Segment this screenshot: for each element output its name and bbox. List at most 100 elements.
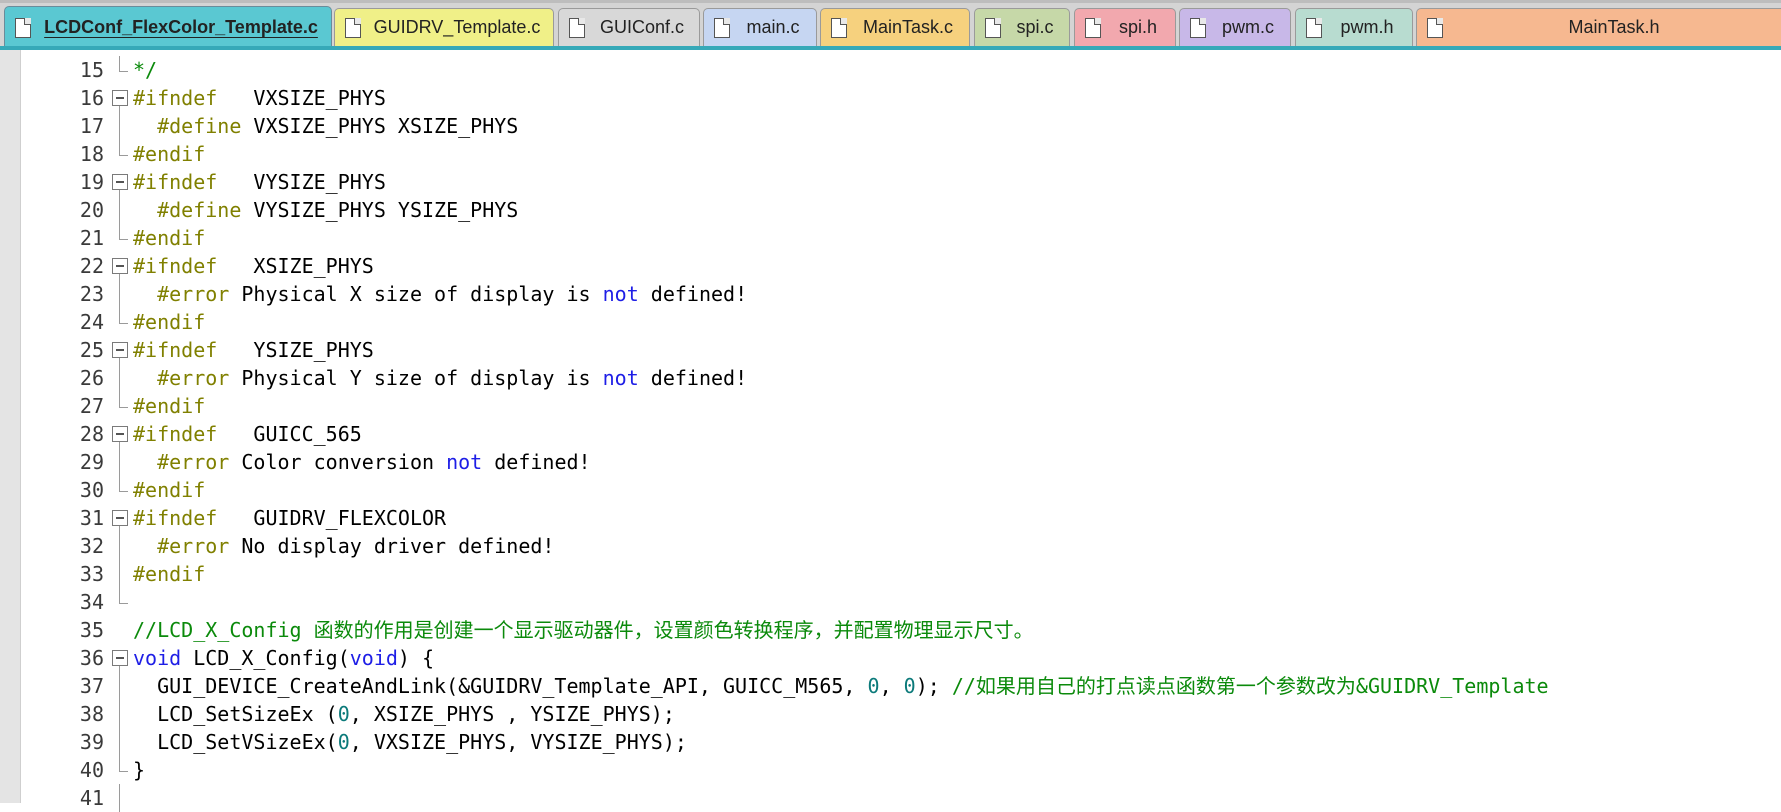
code-line[interactable]: 34 <box>0 588 1781 616</box>
code-line[interactable]: 37 GUI_DEVICE_CreateAndLink(&GUIDRV_Temp… <box>0 672 1781 700</box>
code-text[interactable]: GUI_DEVICE_CreateAndLink(&GUIDRV_Templat… <box>133 672 1549 700</box>
code-text[interactable]: #error Color conversion not defined! <box>133 448 591 476</box>
code-token: 0 <box>337 702 350 726</box>
code-line[interactable]: 30 #endif <box>0 476 1781 504</box>
code-line[interactable]: 26 #error Physical Y size of display is … <box>0 364 1781 392</box>
code-line[interactable]: 28 #ifndef GUICC_565 <box>0 420 1781 448</box>
tab-spi-h[interactable]: spi.h <box>1074 8 1176 46</box>
fold-guide <box>112 560 130 588</box>
code-text[interactable]: #error Physical Y size of display is not… <box>133 364 747 392</box>
code-text[interactable]: #ifndef YSIZE_PHYS <box>133 336 374 364</box>
tab-main-c[interactable]: main.c <box>703 8 817 46</box>
code-text[interactable]: #define VXSIZE_PHYS XSIZE_PHYS <box>133 112 518 140</box>
code-text[interactable]: #endif <box>133 392 205 420</box>
code-line[interactable]: 27 #endif <box>0 392 1781 420</box>
fold-guide-line <box>119 532 120 560</box>
code-line[interactable]: 22 #ifndef XSIZE_PHYS <box>0 252 1781 280</box>
minus-box-icon[interactable] <box>112 90 128 106</box>
code-line[interactable]: 20 #define VYSIZE_PHYS YSIZE_PHYS <box>0 196 1781 224</box>
minus-box-icon[interactable] <box>112 510 128 526</box>
fold-guide-line <box>119 364 120 392</box>
code-line[interactable]: 15 */ <box>0 56 1781 84</box>
code-line[interactable]: 35 //LCD_X_Config 函数的作用是创建一个显示驱动器件，设置颜色转换… <box>0 616 1781 644</box>
line-number: 31 <box>79 506 104 530</box>
fold-end-corner <box>119 476 128 492</box>
code-text[interactable]: //LCD_X_Config 函数的作用是创建一个显示驱动器件，设置颜色转换程序… <box>133 616 1034 644</box>
code-text[interactable]: #endif <box>133 560 205 588</box>
minus-box-icon[interactable] <box>112 426 128 442</box>
code-text[interactable]: #ifndef VYSIZE_PHYS <box>133 168 386 196</box>
code-text[interactable]: LCD_SetVSizeEx(0, VXSIZE_PHYS, VYSIZE_PH… <box>133 728 687 756</box>
tab-spi-c[interactable]: spi.c <box>974 8 1070 46</box>
code-line[interactable]: 25 #ifndef YSIZE_PHYS <box>0 336 1781 364</box>
code-line[interactable]: 40} <box>0 756 1781 784</box>
code-line[interactable]: 33 #endif <box>0 560 1781 588</box>
fold-collapse-icon[interactable] <box>112 168 130 196</box>
code-line[interactable]: 32 #error No display driver defined! <box>0 532 1781 560</box>
tab-label: main.c <box>746 17 800 37</box>
code-text[interactable]: #define VYSIZE_PHYS YSIZE_PHYS <box>133 196 518 224</box>
tab-guidrv-template-c[interactable]: GUIDRV_Template.c <box>334 8 554 46</box>
tab-maintask-c[interactable]: MainTask.c <box>820 8 970 46</box>
code-line[interactable]: 31 #ifndef GUIDRV_FLEXCOLOR <box>0 504 1781 532</box>
fold-collapse-icon[interactable] <box>112 84 130 112</box>
fold-collapse-icon[interactable] <box>112 420 130 448</box>
code-text[interactable]: #endif <box>133 224 205 252</box>
fold-collapse-icon[interactable] <box>112 504 130 532</box>
code-line[interactable]: 29 #error Color conversion not defined! <box>0 448 1781 476</box>
code-line[interactable]: 38 LCD_SetSizeEx (0, XSIZE_PHYS , YSIZE_… <box>0 700 1781 728</box>
fold-guide <box>112 532 130 560</box>
code-token: void <box>133 646 182 670</box>
code-text[interactable]: */ <box>133 56 157 84</box>
code-text[interactable]: #ifndef GUIDRV_FLEXCOLOR <box>133 504 446 532</box>
tab-lcdconf-flexcolor-template-c[interactable]: LCDConf_FlexColor_Template.c <box>4 6 332 48</box>
tab-label: spi.h <box>1118 17 1158 37</box>
line-number: 33 <box>79 562 104 586</box>
minus-box-icon[interactable] <box>112 650 128 666</box>
code-line[interactable]: 17 #define VXSIZE_PHYS XSIZE_PHYS <box>0 112 1781 140</box>
code-text[interactable]: #endif <box>133 476 205 504</box>
code-line[interactable]: 16 #ifndef VXSIZE_PHYS <box>0 84 1781 112</box>
code-line[interactable]: 23 #error Physical X size of display is … <box>0 280 1781 308</box>
code-text[interactable]: #error No display driver defined! <box>133 532 554 560</box>
file-icon <box>1085 17 1101 38</box>
fold-collapse-icon[interactable] <box>112 336 130 364</box>
code-token: 0 <box>337 730 350 754</box>
fold-collapse-icon[interactable] <box>112 252 130 280</box>
code-text[interactable]: #ifndef XSIZE_PHYS <box>133 252 374 280</box>
code-token: #endif <box>133 310 206 334</box>
minus-box-icon[interactable] <box>112 174 128 190</box>
code-editor[interactable]: 15 */16 #ifndef VXSIZE_PHYS 17 #define VXSI… <box>0 50 1781 812</box>
line-number: 41 <box>79 786 104 810</box>
code-text[interactable]: #endif <box>133 308 205 336</box>
code-line[interactable]: 21 #endif <box>0 224 1781 252</box>
code-line[interactable]: 39 LCD_SetVSizeEx(0, VXSIZE_PHYS, VYSIZE… <box>0 728 1781 756</box>
minus-box-icon[interactable] <box>112 258 128 274</box>
fold-end-marker <box>112 476 130 504</box>
code-token: VXSIZE_PHYS XSIZE_PHYS <box>241 114 519 138</box>
code-line[interactable]: 36 void LCD_X_Config(void) { <box>0 644 1781 672</box>
code-text[interactable]: #endif <box>133 140 205 168</box>
code-text[interactable]: } <box>133 756 145 784</box>
code-text[interactable]: void LCD_X_Config(void) { <box>133 644 434 672</box>
fold-guide <box>112 280 130 308</box>
minus-box-icon[interactable] <box>112 342 128 358</box>
fold-guide-line <box>119 560 120 588</box>
code-text[interactable]: LCD_SetSizeEx (0, XSIZE_PHYS , YSIZE_PHY… <box>133 700 675 728</box>
code-text[interactable]: #error Physical X size of display is not… <box>133 280 747 308</box>
code-line[interactable]: 19 #ifndef VYSIZE_PHYS <box>0 168 1781 196</box>
tab-pwm-h[interactable]: pwm.h <box>1295 8 1413 46</box>
fold-guide <box>112 700 130 728</box>
tab-maintask-h[interactable]: MainTask.h <box>1416 8 1781 46</box>
file-icon <box>1427 17 1443 38</box>
fold-collapse-icon[interactable] <box>112 644 130 672</box>
tab-guiconf-c[interactable]: GUIConf.c <box>558 8 700 46</box>
code-line[interactable]: 18 #endif <box>0 140 1781 168</box>
tab-pwm-c[interactable]: pwm.c <box>1179 8 1291 46</box>
code-line[interactable]: 24 #endif <box>0 308 1781 336</box>
fold-guide <box>112 364 130 392</box>
code-text[interactable]: #ifndef GUICC_565 <box>133 420 362 448</box>
code-line[interactable]: 41 <box>0 784 1781 812</box>
code-text[interactable]: #ifndef VXSIZE_PHYS <box>133 84 386 112</box>
fold-end-corner <box>119 392 128 408</box>
